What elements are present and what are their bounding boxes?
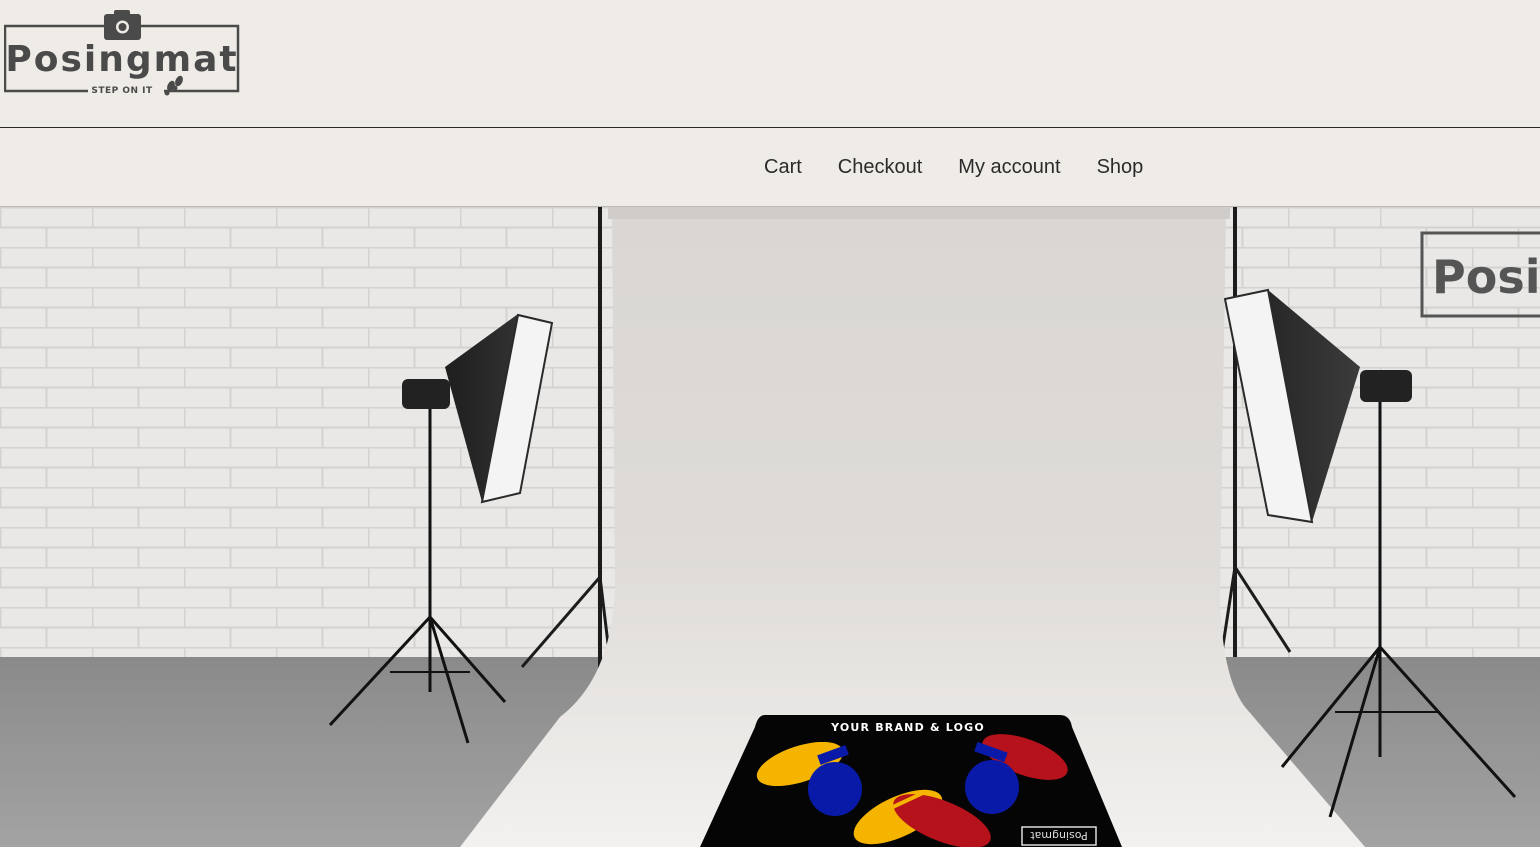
nav-checkout[interactable]: Checkout xyxy=(838,156,923,179)
nav-list: Cart Checkout My account Shop xyxy=(764,128,1143,207)
mat-logo-text: Posingmat xyxy=(1030,829,1088,842)
site-header: Posingmat STEP ON IT xyxy=(0,0,1540,128)
backdrop-roll xyxy=(608,207,1230,219)
nav-my-account[interactable]: My account xyxy=(958,156,1060,179)
nav-cart[interactable]: Cart xyxy=(764,156,802,179)
wall-logo-text: Posi xyxy=(1432,250,1540,304)
logo-wordmark: Posingmat xyxy=(5,39,238,80)
posing-mat-product: YOUR BRAND & LOGO Posingmat xyxy=(700,715,1122,847)
nav-shop[interactable]: Shop xyxy=(1097,156,1144,179)
main-navigation: Cart Checkout My account Shop xyxy=(0,128,1540,207)
site-logo[interactable]: Posingmat STEP ON IT xyxy=(3,10,242,100)
hero-banner: Posi YOUR BRAND & LOGO Posingmat xyxy=(0,207,1540,847)
hero-studio-image: Posi YOUR BRAND & LOGO Posingmat xyxy=(0,207,1540,847)
mat-brand-text: YOUR BRAND & LOGO xyxy=(830,721,985,734)
logo-mark: Posingmat STEP ON IT xyxy=(3,10,240,96)
camera-icon xyxy=(104,10,141,40)
logo-tagline: STEP ON IT xyxy=(91,86,153,96)
mat-small-logo: Posingmat xyxy=(1021,826,1097,846)
